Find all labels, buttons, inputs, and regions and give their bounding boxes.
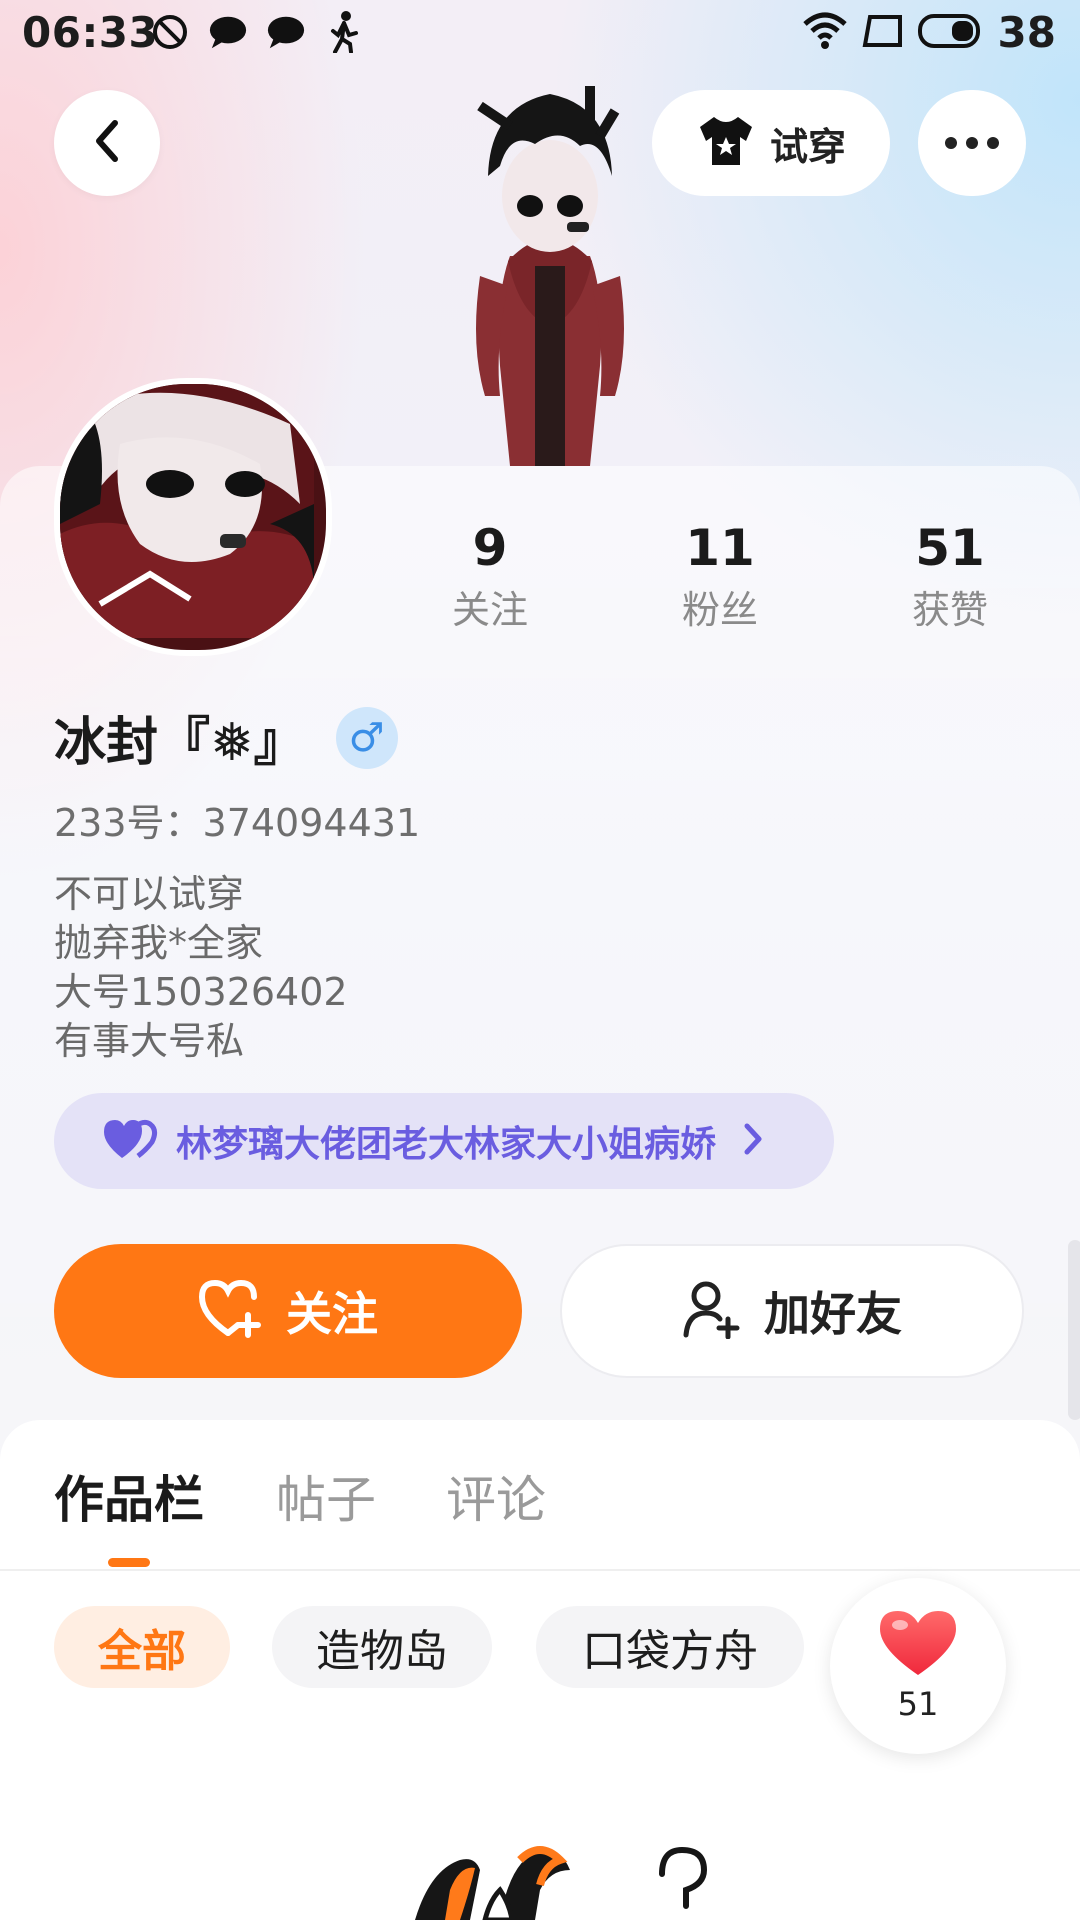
back-button[interactable] <box>54 90 160 196</box>
tab-posts[interactable]: 帖子 <box>276 1460 376 1532</box>
tab-indicator <box>108 1558 150 1567</box>
bio-line: 不可以试穿 <box>54 872 245 916</box>
group-name: 林梦璃大佬团老大林家大小姐病娇 <box>176 1124 717 1165</box>
battery-level: 38 <box>997 8 1056 57</box>
back-icon <box>89 117 125 169</box>
stat-likes[interactable]: 51 获赞 <box>860 512 1040 636</box>
wifi-icon <box>802 12 848 54</box>
try-on-label: 试穿 <box>769 124 846 169</box>
battery-icon <box>917 13 984 53</box>
account-id[interactable]: 233号：374094431 <box>54 792 420 847</box>
stat-value: 9 <box>472 519 508 577</box>
filter-chip-all[interactable]: 全部 <box>54 1606 230 1688</box>
avatar[interactable] <box>54 378 332 656</box>
username-row: 冰封『❅』 ♂ <box>54 700 398 775</box>
avatar-3d-figure <box>440 66 660 466</box>
walk-icon <box>324 11 364 53</box>
notification-icons <box>150 11 364 53</box>
chat-icon <box>266 12 306 52</box>
status-bar: 06:33 38 <box>0 0 1080 72</box>
filter-chip-creation-island[interactable]: 造物岛 <box>272 1606 492 1688</box>
stat-label: 获赞 <box>911 588 988 632</box>
username: 冰封『❅』 <box>54 713 306 773</box>
tab-works[interactable]: 作品栏 <box>54 1460 204 1532</box>
bio-line: 有事大号私 <box>54 1019 245 1063</box>
tab-comments[interactable]: 评论 <box>446 1460 546 1532</box>
stat-following[interactable]: 9 关注 <box>400 512 580 636</box>
chat-icon <box>208 12 248 52</box>
side-drawer-handle[interactable] <box>1068 1240 1080 1420</box>
status-time: 06:33 <box>22 8 159 57</box>
bio: 不可以试穿 抛弃我*全家 大号150326402 有事大号私 <box>54 870 348 1066</box>
bio-line: 抛弃我*全家 <box>54 921 264 965</box>
add-friend-button[interactable]: 加好友 <box>560 1244 1024 1378</box>
bio-line: 大号150326402 <box>54 970 348 1014</box>
add-friend-label: 加好友 <box>764 1287 902 1341</box>
heart-icon <box>878 1609 958 1681</box>
more-icon-dot <box>966 137 978 149</box>
screen-icon <box>862 13 904 53</box>
like-bubble[interactable]: 51 <box>830 1578 1006 1754</box>
shirt-icon <box>696 113 756 173</box>
follow-button[interactable]: 关注 <box>54 1244 522 1378</box>
heart-plus-icon <box>198 1279 264 1343</box>
like-count: 51 <box>897 1685 939 1723</box>
tab-divider <box>0 1569 1080 1571</box>
filter-chip-pocket-ark[interactable]: 口袋方舟 <box>536 1606 804 1688</box>
stat-label: 关注 <box>451 588 528 632</box>
more-icon <box>945 137 957 149</box>
gender-male-icon: ♂ <box>335 706 398 769</box>
add-user-icon <box>682 1279 742 1343</box>
stat-value: 11 <box>685 519 755 577</box>
follow-label: 关注 <box>286 1287 378 1341</box>
chevron-right-icon <box>742 1122 764 1160</box>
more-icon-dot <box>987 137 999 149</box>
purple-heart-icon <box>102 1118 158 1164</box>
group-link[interactable]: 林梦璃大佬团老大林家大小姐病娇 <box>54 1093 834 1189</box>
dnd-icon <box>150 12 190 52</box>
more-button[interactable] <box>918 90 1026 196</box>
stat-label: 粉丝 <box>681 588 758 632</box>
stat-value: 51 <box>915 519 985 577</box>
try-on-button[interactable]: 试穿 <box>652 90 890 196</box>
system-status: 38 <box>802 8 1056 57</box>
stat-fans[interactable]: 11 粉丝 <box>630 512 810 636</box>
mascot-illustration <box>400 1830 740 1923</box>
